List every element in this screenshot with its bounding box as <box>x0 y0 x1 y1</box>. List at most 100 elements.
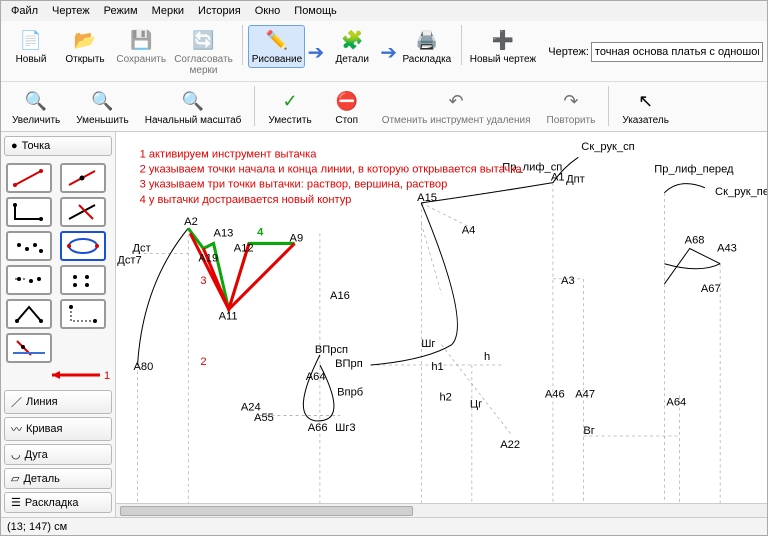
add-drawing-icon: ➕ <box>489 28 517 52</box>
pointer-button[interactable]: ↖ Указатель <box>615 86 676 129</box>
mode-details-button[interactable]: 🧩 Детали <box>326 25 378 68</box>
tool-point-9[interactable] <box>6 299 52 329</box>
accordion-arc[interactable]: ◡ Дуга <box>4 444 112 465</box>
mode-layout-button[interactable]: 🖨️ Раскладка <box>399 25 455 68</box>
redo-button[interactable]: ↷ Повторить <box>540 86 603 129</box>
svg-text:А22: А22 <box>500 439 520 451</box>
svg-text:Дст: Дст <box>132 243 150 255</box>
menu-file[interactable]: Файл <box>5 3 44 19</box>
tool-point-7[interactable] <box>6 265 52 295</box>
svg-text:ВПрсп: ВПрсп <box>315 344 348 356</box>
svg-text:А3: А3 <box>561 275 575 287</box>
svg-text:А13: А13 <box>214 227 234 239</box>
accordion-detail[interactable]: ▱ Деталь <box>4 468 112 489</box>
svg-text:А4: А4 <box>462 224 476 236</box>
stop-icon: ⛔ <box>333 89 361 113</box>
svg-text:А16: А16 <box>330 290 350 302</box>
open-button[interactable]: 📂 Открыть <box>59 25 111 68</box>
stop-button[interactable]: ⛔ Стоп <box>321 86 373 129</box>
svg-text:Шг3: Шг3 <box>335 422 355 434</box>
accordion-layout[interactable]: ☰ Раскладка <box>4 492 112 513</box>
mode-drawing-button[interactable]: ✏️ Рисование <box>248 25 305 68</box>
svg-text:2: 2 <box>200 356 206 368</box>
svg-text:ВПрп: ВПрп <box>335 358 363 370</box>
menu-measures[interactable]: Мерки <box>146 3 190 19</box>
new-button[interactable]: 📄 Новый <box>5 25 57 68</box>
document-new-icon: 📄 <box>17 28 45 52</box>
toolbar-view: 🔍 Увеличить 🔍 Уменьшить 🔍 Начальный масш… <box>1 82 767 132</box>
horizontal-scrollbar[interactable] <box>116 503 767 517</box>
svg-text:4 у вытачки достраивается новы: 4 у вытачки достраивается новый контур <box>140 194 352 206</box>
tool-point-2[interactable] <box>60 163 106 193</box>
menu-help[interactable]: Помощь <box>288 3 343 19</box>
svg-text:А11: А11 <box>219 310 238 322</box>
svg-text:А55: А55 <box>254 412 274 424</box>
tool-point-8[interactable] <box>60 265 106 295</box>
tool-point-11[interactable] <box>6 333 52 363</box>
svg-text:А67: А67 <box>701 283 721 295</box>
svg-text:А68: А68 <box>685 234 705 246</box>
menu-mode[interactable]: Режим <box>98 3 144 19</box>
svg-text:А47: А47 <box>575 388 595 400</box>
save-icon: 💾 <box>127 28 155 52</box>
tool-point-10[interactable] <box>60 299 106 329</box>
tool-point-4[interactable] <box>60 197 106 227</box>
svg-text:h2: h2 <box>439 391 451 403</box>
svg-text:Шг: Шг <box>421 338 435 350</box>
details-icon: 🧩 <box>338 28 366 52</box>
arrow-right-icon: ➔ <box>380 40 397 65</box>
zoom-reset-button[interactable]: 🔍 Начальный масштаб <box>138 86 249 129</box>
accordion-line[interactable]: ／ Линия <box>4 390 112 414</box>
svg-text:2 указываем точки начала и кон: 2 указываем точки начала и конца линии, … <box>140 164 523 176</box>
scrollbar-thumb[interactable] <box>120 506 413 516</box>
separator <box>254 86 255 126</box>
tool-point-5[interactable] <box>6 231 52 261</box>
toolbar-main: 📄 Новый 📂 Открыть 💾 Сохранить 🔄 Согласов… <box>1 21 767 82</box>
zoom-1-1-icon: 🔍 <box>179 89 207 113</box>
redo-icon: ↷ <box>557 89 585 113</box>
zoom-out-button[interactable]: 🔍 Уменьшить <box>69 86 135 129</box>
drawing-name-input[interactable] <box>591 42 763 62</box>
zoom-in-button[interactable]: 🔍 Увеличить <box>5 86 67 129</box>
tool-point-3[interactable] <box>6 197 52 227</box>
svg-text:Вг: Вг <box>583 425 594 437</box>
sync-icon: 🔄 <box>190 28 218 52</box>
workspace: ● Точка 1 ／ Линия 〰 Кривая ◡ Дуга ▱ Дета… <box>1 132 767 517</box>
drawing-canvas[interactable]: 2 3 4 Дст Дст7 А2 А13 А9 А19 А12 А11 А15… <box>116 132 767 517</box>
drawing-field-label: Чертеж: <box>548 46 589 58</box>
svg-text:Пр_лиф_перед: Пр_лиф_перед <box>654 164 734 176</box>
svg-text:А2: А2 <box>184 216 198 228</box>
menu-drawing[interactable]: Чертеж <box>46 3 96 19</box>
tool-dart[interactable] <box>60 231 106 261</box>
svg-text:1: 1 <box>104 370 110 382</box>
folder-open-icon: 📂 <box>71 28 99 52</box>
separator <box>608 86 609 126</box>
accordion-curve[interactable]: 〰 Кривая <box>4 417 112 441</box>
arrow-right-icon: ➔ <box>307 40 324 65</box>
svg-text:А15: А15 <box>417 192 437 204</box>
sync-measures-button[interactable]: 🔄 Согласовать мерки <box>171 25 235 79</box>
annotation-arrow-1: 1 <box>4 368 110 382</box>
svg-text:Дпт: Дпт <box>566 174 585 186</box>
svg-text:Впрб: Впрб <box>337 386 363 398</box>
accordion-point[interactable]: ● Точка <box>4 136 112 156</box>
svg-text:3 указываем три точки вытачки:: 3 указываем три точки вытачки: раствор, … <box>140 179 448 191</box>
zoom-fit-button[interactable]: ✓ Уместить <box>261 86 318 129</box>
undo-delete-button[interactable]: ↶ Отменить инструмент удаления <box>375 86 538 129</box>
tool-point-1[interactable] <box>6 163 52 193</box>
svg-text:Дст7: Дст7 <box>117 255 141 267</box>
svg-text:А9: А9 <box>290 232 304 244</box>
canvas-area[interactable]: 2 3 4 Дст Дст7 А2 А13 А9 А19 А12 А11 А15… <box>116 132 767 517</box>
menu-window[interactable]: Окно <box>249 3 287 19</box>
save-button[interactable]: 💾 Сохранить <box>113 25 169 68</box>
svg-text:1 активируем инструмент вытачк: 1 активируем инструмент вытачка <box>140 148 318 160</box>
separator <box>461 25 462 65</box>
svg-text:Ск_рук_сп: Ск_рук_сп <box>581 141 634 153</box>
svg-text:3: 3 <box>200 275 206 287</box>
svg-text:А43: А43 <box>717 243 737 255</box>
menu-history[interactable]: История <box>192 3 247 19</box>
new-drawing-button[interactable]: ➕ Новый чертеж <box>468 25 539 68</box>
pencil-icon: ✏️ <box>263 28 291 52</box>
layout-icon: 🖨️ <box>413 28 441 52</box>
svg-text:А64: А64 <box>306 371 326 383</box>
